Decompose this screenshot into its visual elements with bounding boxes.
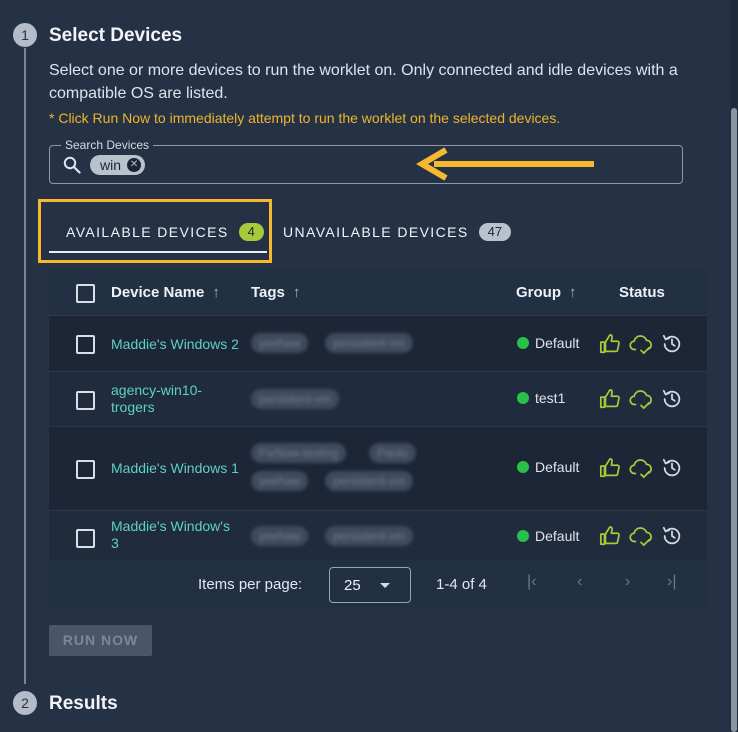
sort-arrow-icon: ↑: [292, 284, 301, 301]
history-icon[interactable]: [661, 525, 683, 547]
column-status: Status: [619, 284, 665, 301]
search-label: Search Devices: [61, 138, 154, 152]
first-page-icon[interactable]: |‹: [527, 573, 536, 591]
history-icon[interactable]: [661, 333, 683, 355]
step-description: Select one or more devices to run the wo…: [49, 62, 678, 102]
stepper-line: [24, 48, 26, 684]
tab-unavailable-devices[interactable]: UNAVAILABLE DEVICES 47: [283, 223, 512, 241]
select-all-checkbox[interactable]: [76, 284, 95, 303]
tab-unavailable-label: UNAVAILABLE DEVICES: [283, 224, 469, 240]
page-range: 1-4 of 4: [436, 576, 487, 593]
device-name-link[interactable]: Maddie's Windows 2: [111, 336, 239, 353]
device-group: Default: [517, 335, 579, 351]
page-size-select[interactable]: 25: [329, 567, 411, 603]
device-group-label: test1: [535, 390, 566, 406]
sort-arrow-icon: ↑: [212, 284, 220, 301]
search-chip[interactable]: win ✕: [90, 155, 146, 175]
column-tags-label: Tags: [251, 284, 285, 301]
device-group: test1: [517, 390, 565, 406]
row-checkbox[interactable]: [76, 391, 95, 410]
run-now-button[interactable]: RUN NOW: [49, 625, 152, 656]
online-dot: [517, 337, 529, 349]
device-group: Default: [517, 459, 579, 475]
devices-table: Device Name ↑ Tags ↑ Group ↑ Status Madd…: [49, 269, 707, 608]
status-icons: [599, 525, 683, 547]
search-chip-label: win: [100, 157, 122, 173]
chip-remove-icon[interactable]: ✕: [127, 158, 142, 172]
online-dot: [517, 530, 529, 542]
table-row[interactable]: Maddie's Windows 1 FixNow-testing Paolo …: [49, 427, 707, 511]
column-device-name[interactable]: Device Name ↑: [111, 284, 220, 301]
row-checkbox[interactable]: [76, 335, 95, 354]
column-group[interactable]: Group ↑: [516, 284, 577, 301]
cloud-check-icon: [629, 527, 652, 547]
tab-available-label: AVAILABLE DEVICES: [66, 224, 229, 240]
step-2-title: Results: [49, 693, 118, 714]
last-page-icon[interactable]: ›|: [667, 573, 676, 591]
device-name-link[interactable]: agency-win10-trogers: [111, 382, 221, 416]
annotation-arrow-icon: [416, 147, 594, 181]
table-row[interactable]: Maddie's Window's 3 yeehaw persistent-vm…: [49, 511, 707, 560]
tab-unavailable-count: 47: [478, 223, 512, 241]
status-icons: [599, 388, 683, 410]
search-icon: [63, 156, 81, 174]
run-now-note: * Click Run Now to immediately attempt t…: [49, 110, 561, 126]
table-pagination: Items per page: 25 1-4 of 4 |‹ ‹ › ›|: [49, 560, 707, 608]
step-1-title: Select Devices: [49, 25, 183, 46]
step-2-badge: 2: [13, 691, 37, 715]
device-tag: persistent-vm: [325, 471, 414, 491]
device-tag: FixNow-testing: [251, 443, 347, 463]
cloud-check-icon: [629, 459, 652, 479]
device-tag: Paolo: [369, 443, 416, 463]
caret-down-icon: [380, 583, 390, 588]
device-tag: persistent-vm: [325, 333, 414, 353]
device-group-label: Default: [535, 335, 580, 351]
history-icon[interactable]: [661, 457, 683, 479]
tab-available-devices[interactable]: AVAILABLE DEVICES 4: [66, 223, 264, 241]
table-header: Device Name ↑ Tags ↑ Group ↑ Status: [49, 269, 707, 316]
page-size-value: 25: [344, 577, 361, 594]
table-row[interactable]: Maddie's Windows 2 yeehaw persistent-vm …: [49, 316, 707, 372]
items-per-page-label: Items per page:: [198, 576, 303, 593]
column-device-name-label: Device Name: [111, 284, 205, 301]
cloud-check-icon: [629, 335, 652, 355]
thumbs-up-icon: [599, 457, 620, 478]
step-1-badge: 1: [13, 23, 37, 47]
device-tag: yeehaw: [251, 471, 309, 491]
sort-arrow-icon: ↑: [569, 284, 577, 301]
column-status-label: Status: [619, 284, 665, 301]
device-tag: persistent-vm: [251, 389, 340, 409]
device-tag: yeehaw: [251, 526, 309, 546]
column-tags[interactable]: Tags ↑: [251, 284, 300, 301]
prev-page-icon[interactable]: ‹: [577, 573, 582, 591]
device-tag: persistent-vm: [325, 526, 414, 546]
tab-available-count: 4: [238, 223, 264, 241]
column-group-label: Group: [516, 284, 561, 301]
online-dot: [517, 461, 529, 473]
device-group: Default: [517, 528, 579, 544]
online-dot: [517, 392, 529, 404]
scrollbar-thumb[interactable]: [731, 108, 737, 732]
device-group-label: Default: [535, 528, 580, 544]
history-icon[interactable]: [661, 388, 683, 410]
row-checkbox[interactable]: [76, 460, 95, 479]
thumbs-up-icon: [599, 525, 620, 546]
device-tag: yeehaw: [251, 333, 309, 353]
device-name-link[interactable]: Maddie's Windows 1: [111, 460, 239, 477]
device-name-link[interactable]: Maddie's Window's 3: [111, 518, 236, 552]
cloud-check-icon: [629, 390, 652, 410]
status-icons: [599, 457, 683, 479]
device-group-label: Default: [535, 459, 580, 475]
status-icons: [599, 333, 683, 355]
row-checkbox[interactable]: [76, 529, 95, 548]
table-row[interactable]: agency-win10-trogers persistent-vm test1: [49, 372, 707, 427]
thumbs-up-icon: [599, 333, 620, 354]
thumbs-up-icon: [599, 388, 620, 409]
active-tab-indicator: [49, 251, 267, 253]
next-page-icon[interactable]: ›: [625, 573, 630, 591]
